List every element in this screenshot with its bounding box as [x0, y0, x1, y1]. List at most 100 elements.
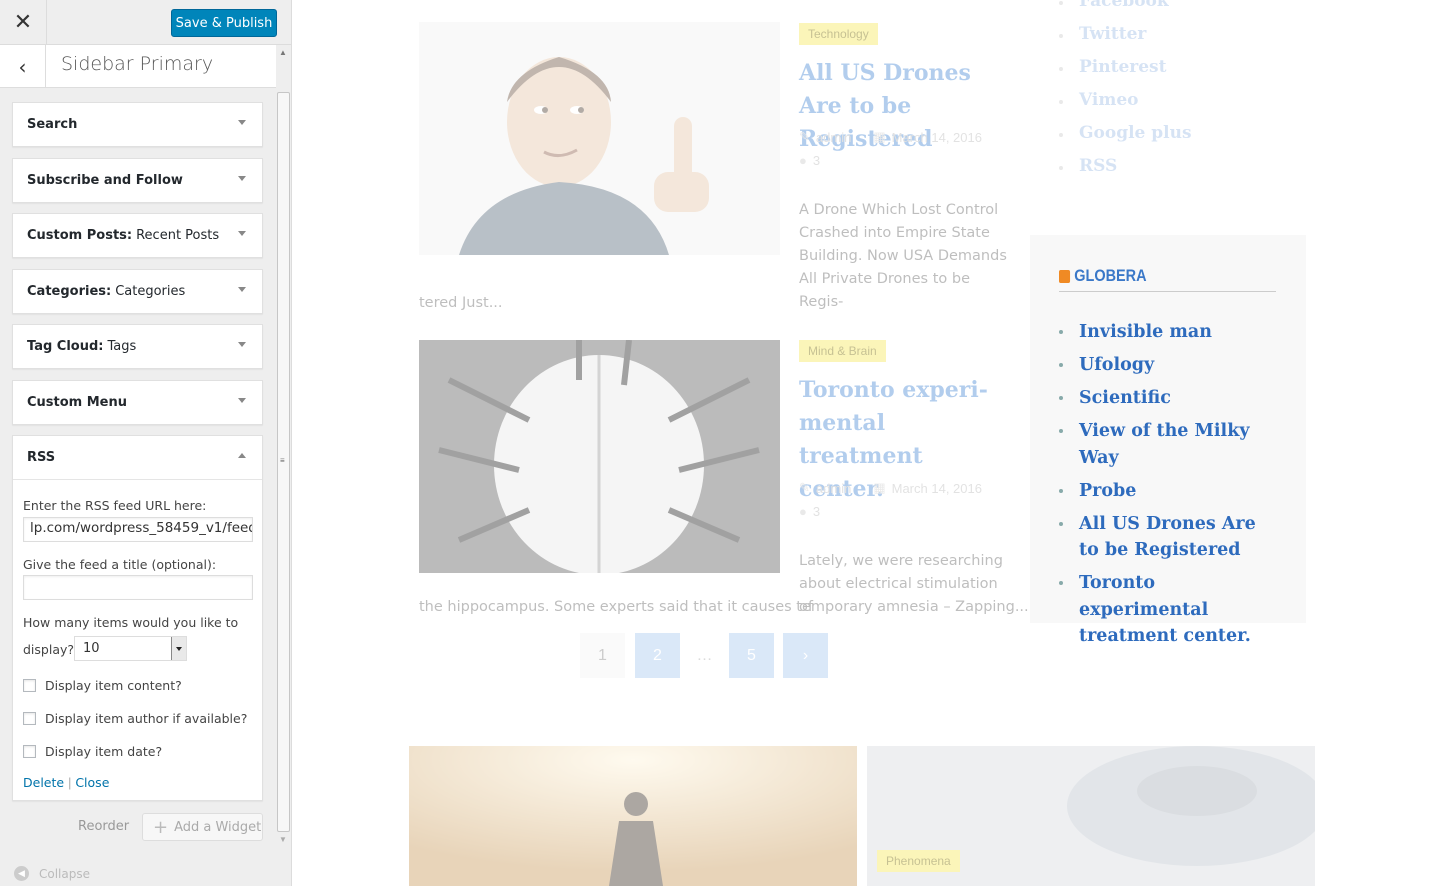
rss-title-label: Give the feed a title (optional):	[23, 557, 217, 572]
expand-arrow-icon[interactable]	[238, 398, 246, 403]
post-excerpt: A Drone Which Lost Control Crashed into …	[799, 199, 1009, 314]
rss-title-input[interactable]	[23, 575, 253, 600]
post-meta: ✎ admin ▦ March 14, 2016	[799, 480, 982, 496]
checkbox-label: Display item author if available?	[45, 711, 248, 726]
post-thumbnail-brain[interactable]	[419, 339, 780, 575]
collapse-label: Collapse	[39, 866, 90, 881]
checkbox-label: Display item content?	[45, 678, 182, 693]
widget-title: Search	[27, 117, 78, 132]
link-separator: |	[68, 776, 72, 790]
post-category-tag[interactable]: Technology	[799, 23, 878, 45]
page-link-2[interactable]: 2	[635, 633, 680, 678]
social-link-facebook[interactable]: Facebook	[1059, 0, 1192, 24]
widget-title: Tag Cloud:	[27, 339, 104, 354]
rss-item[interactable]: Toronto experimental treatment center.	[1059, 570, 1279, 650]
collapse-arrow-icon: ◀	[14, 866, 29, 881]
widget-tag-cloud[interactable]: Tag Cloud: Tags	[12, 324, 263, 369]
save-publish-button[interactable]: Save & Publish	[171, 9, 277, 37]
rss-url-label: Enter the RSS feed URL here:	[23, 498, 207, 513]
close-link[interactable]: Close	[75, 775, 109, 790]
rss-item[interactable]: Invisible man	[1059, 319, 1279, 346]
post-comments[interactable]: ● 3	[799, 153, 820, 168]
scroll-up-arrow-icon[interactable]: ▲	[279, 48, 287, 57]
calendar-icon: ▦	[873, 129, 886, 144]
post-thumbnail-man[interactable]	[419, 22, 780, 255]
post-date: March 14, 2016	[891, 129, 982, 145]
rss-url-input[interactable]: lp.com/wordpress_58459_v1/feed	[23, 517, 253, 542]
expand-arrow-icon[interactable]	[238, 287, 246, 292]
social-link-vimeo[interactable]: Vimeo	[1059, 90, 1192, 123]
rss-item[interactable]: Probe	[1059, 478, 1279, 505]
expand-arrow-icon[interactable]	[238, 231, 246, 236]
option-item-author[interactable]: Display item author if available?	[23, 711, 247, 726]
post-author[interactable]: admin	[816, 481, 851, 496]
checkbox[interactable]	[23, 712, 36, 725]
add-widget-button[interactable]: + Add a Widget	[142, 813, 263, 841]
customizer-sidebar: ✕ Save & Publish ‹ Sidebar Primary ▲ ≡ ▼…	[0, 0, 292, 886]
expand-arrow-icon[interactable]	[238, 120, 246, 125]
widget-title-text[interactable]: GLOBERA	[1074, 266, 1146, 286]
widget-search[interactable]: Search	[12, 102, 263, 147]
back-arrow-icon[interactable]: ‹	[0, 45, 46, 88]
widget-title: Custom Menu	[27, 395, 128, 410]
post-category-tag[interactable]: Phenomena	[877, 850, 960, 872]
post-category-tag[interactable]: Mind & Brain	[799, 340, 886, 362]
post-comments[interactable]: ● 3	[799, 504, 820, 519]
rss-widget-header[interactable]: RSS	[13, 436, 262, 479]
expand-arrow-icon[interactable]	[238, 176, 246, 181]
widget-subscribe-follow[interactable]: Subscribe and Follow	[12, 158, 263, 203]
delete-link[interactable]: Delete	[23, 775, 64, 790]
globera-rss-widget: GLOBERA Invisible man Ufology Scientific…	[1030, 235, 1306, 646]
widget-categories[interactable]: Categories: Categories	[12, 269, 263, 314]
social-link-pinterest[interactable]: Pinterest	[1059, 57, 1192, 90]
widget-title: RSS	[27, 450, 56, 465]
sidebar-scrollbar[interactable]: ▲ ≡ ▼	[276, 45, 291, 845]
widget-title: Subscribe and Follow	[27, 173, 183, 188]
rss-items-select[interactable]: 10	[74, 636, 187, 661]
page-link-1[interactable]: 1	[580, 633, 625, 678]
widget-subtitle: Categories	[115, 284, 186, 299]
checkbox[interactable]	[23, 745, 36, 758]
rss-item[interactable]: Ufology	[1059, 352, 1279, 379]
rss-items-label-2: display?	[23, 642, 75, 657]
checkbox[interactable]	[23, 679, 36, 692]
excerpt-line: A Drone Which Lost Control	[799, 202, 999, 218]
collapse-arrow-icon[interactable]	[238, 453, 246, 458]
excerpt-line: Crashed into Empire State	[799, 225, 990, 241]
widget-custom-posts[interactable]: Custom Posts: Recent Posts	[12, 213, 263, 258]
rss-icon	[1059, 269, 1071, 283]
scroll-grip-icon: ≡	[280, 456, 285, 465]
next-page-icon[interactable]: ›	[783, 633, 828, 678]
widget-rss: RSS Enter the RSS feed URL here: lp.com/…	[12, 435, 263, 801]
comment-icon: ●	[799, 504, 807, 519]
pencil-icon: ✎	[799, 129, 810, 144]
post-meta: ✎ admin ▦ March 14, 2016	[799, 129, 982, 145]
scroll-down-arrow-icon[interactable]: ▼	[279, 835, 287, 844]
expand-arrow-icon[interactable]	[238, 342, 246, 347]
collapse-button[interactable]: ◀ Collapse	[14, 866, 90, 881]
page-ellipsis: …	[696, 646, 713, 664]
social-link-google-plus[interactable]: Google plus	[1059, 123, 1192, 156]
close-icon[interactable]: ✕	[0, 0, 47, 45]
rss-items-list: Invisible man Ufology Scientific View of…	[1059, 319, 1279, 656]
bottom-post-image-left[interactable]	[409, 746, 857, 886]
social-link-rss[interactable]: RSS	[1059, 156, 1192, 189]
social-links-list: Facebook Twitter Pinterest Vimeo Google …	[1059, 0, 1192, 189]
widget-custom-menu[interactable]: Custom Menu	[12, 380, 263, 425]
widget-title: Custom Posts:	[27, 228, 133, 243]
reorder-link[interactable]: Reorder	[78, 819, 129, 834]
rss-item[interactable]: Scientific	[1059, 385, 1279, 412]
option-item-date[interactable]: Display item date?	[23, 744, 162, 759]
scroll-thumb[interactable]: ≡	[277, 92, 290, 832]
rss-item[interactable]: All US Drones Are to be Registered	[1059, 511, 1279, 564]
post-author[interactable]: admin	[816, 130, 851, 145]
widget-subtitle: Tags	[107, 339, 137, 354]
social-link-twitter[interactable]: Twitter	[1059, 24, 1192, 57]
page-link-5[interactable]: 5	[729, 633, 774, 678]
dropdown-arrow-icon[interactable]	[171, 637, 186, 660]
site-preview: Facebook Twitter Pinterest Vimeo Google …	[293, 0, 1433, 886]
rss-item[interactable]: View of the Milky Way	[1059, 418, 1279, 471]
bottom-post-image-right[interactable]: Phenomena	[867, 746, 1327, 886]
option-item-content[interactable]: Display item content?	[23, 678, 182, 693]
rss-items-value: 10	[83, 641, 100, 656]
